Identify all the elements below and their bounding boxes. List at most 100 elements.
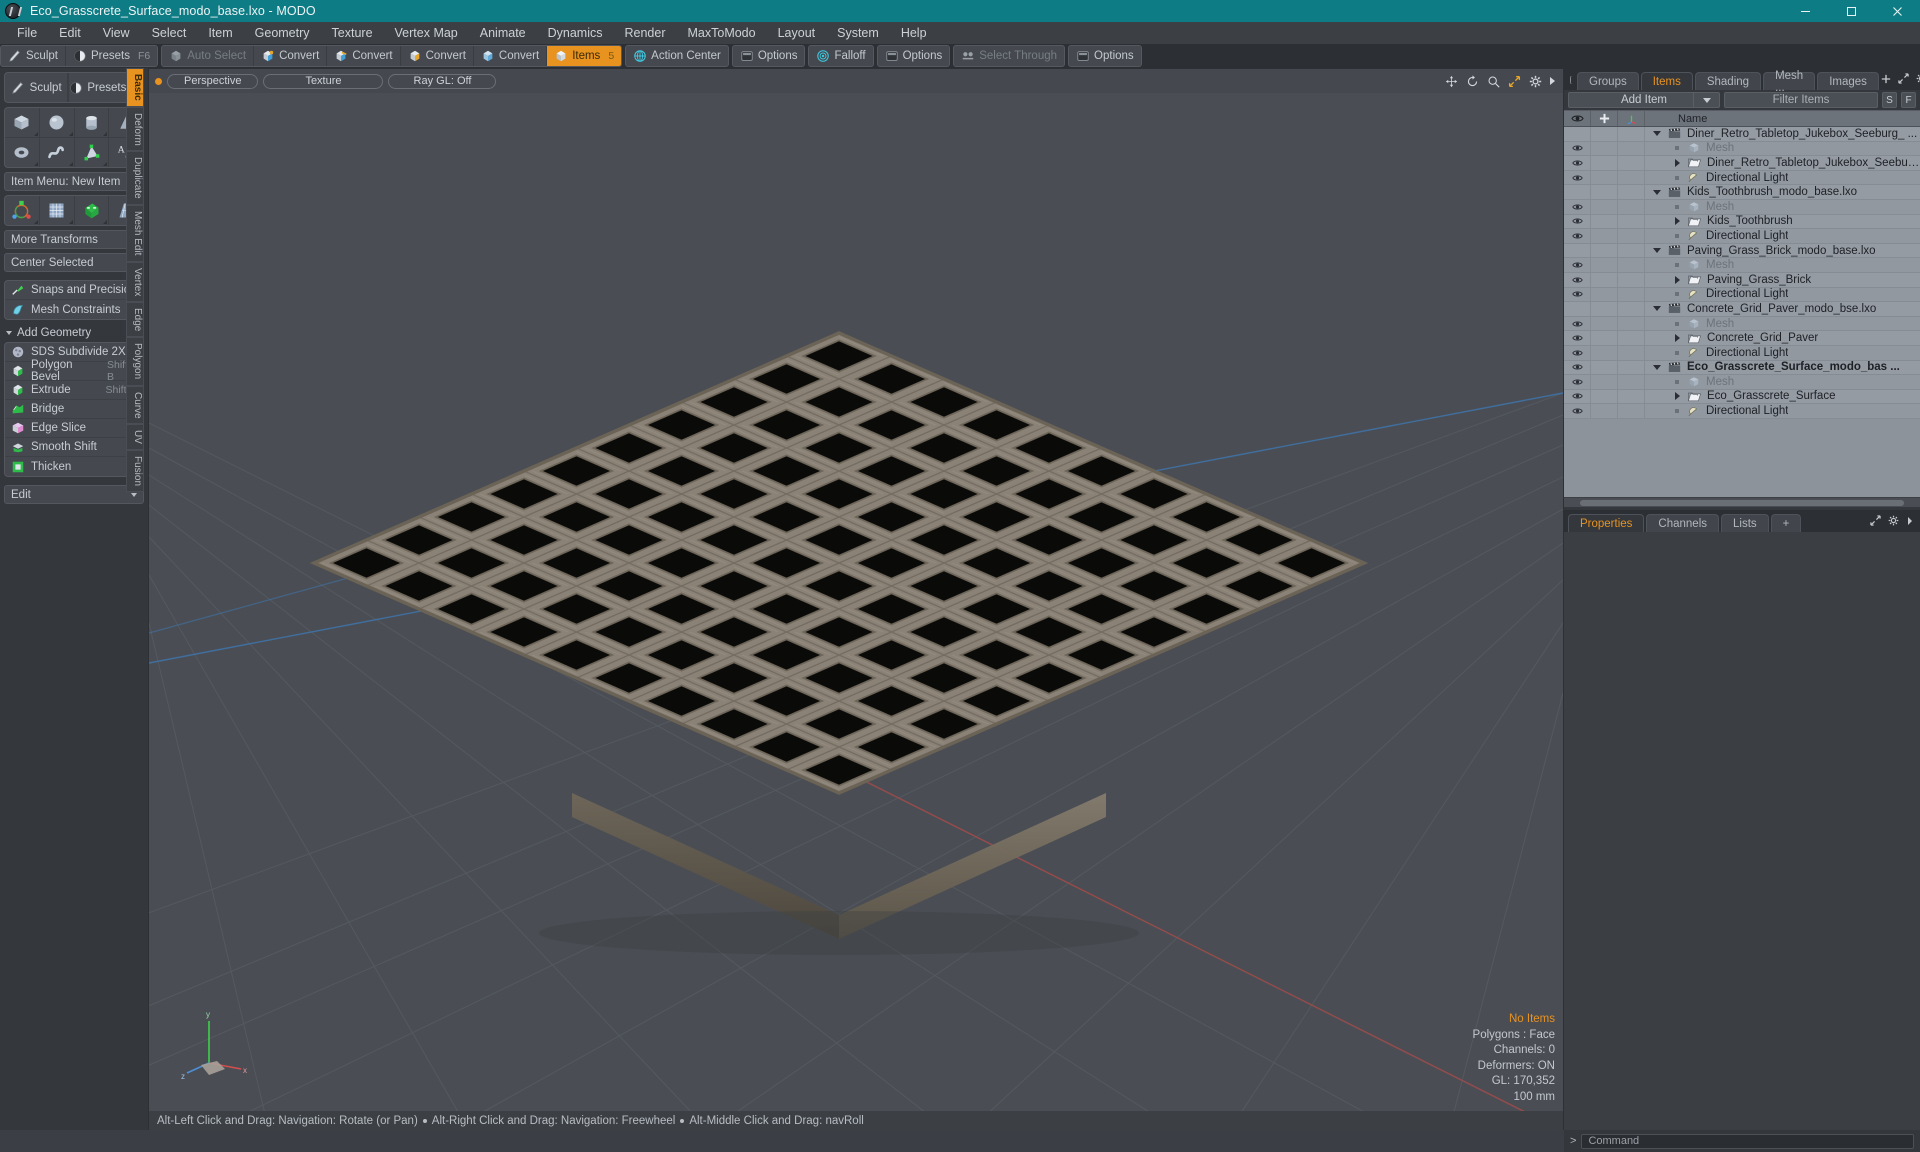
plus-icon[interactable]	[1881, 74, 1891, 87]
polygon-bevel-item[interactable]: Polygon Bevel Shift-B	[5, 359, 143, 383]
mesh-constraints-item[interactable]: Mesh Constraints	[5, 300, 143, 319]
transform-toggle[interactable]	[1618, 214, 1645, 229]
ptab-channels[interactable]: Channels	[1646, 514, 1720, 532]
sculpt-button[interactable]: Sculpt	[5, 73, 69, 102]
transform-toggle[interactable]	[1618, 156, 1645, 170]
visibility-toggle[interactable]	[1564, 156, 1591, 170]
move-icon[interactable]	[1445, 75, 1458, 88]
tab-items[interactable]: Items	[1640, 72, 1693, 90]
lock-toggle[interactable]	[1591, 127, 1618, 141]
toolbar-convert-button[interactable]: Convert	[327, 46, 401, 66]
item-menu-dropdown[interactable]: Item Menu: New Item	[4, 172, 144, 191]
transform-toggle[interactable]	[1618, 127, 1645, 141]
lock-toggle[interactable]	[1591, 375, 1618, 389]
maximize-button[interactable]	[1828, 0, 1874, 22]
visibility-toggle[interactable]	[1564, 199, 1591, 214]
visibility-toggle[interactable]	[1564, 316, 1591, 331]
lock-toggle[interactable]	[1591, 316, 1618, 331]
tree-row[interactable]: Mesh	[1564, 375, 1920, 390]
lock-toggle[interactable]	[1591, 331, 1618, 345]
transform-toggle[interactable]	[1618, 345, 1645, 360]
transform-toggle[interactable]	[1618, 404, 1645, 418]
toolbar-items-button[interactable]: Items 5	[547, 46, 622, 66]
visibility-toggle[interactable]	[1564, 331, 1591, 345]
menu-texture[interactable]: Texture	[321, 23, 384, 43]
toolbar-presets-button[interactable]: Presets F6	[66, 46, 157, 66]
menu-view[interactable]: View	[92, 23, 141, 43]
visibility-toggle[interactable]	[1564, 404, 1591, 418]
toolbar-sculpt-button[interactable]: Sculpt	[1, 46, 66, 66]
chevron-down-icon[interactable]	[1651, 306, 1663, 312]
transform-toggle[interactable]	[1618, 258, 1645, 272]
menu-animate[interactable]: Animate	[469, 23, 537, 43]
vtab-duplicate[interactable]: Duplicate	[126, 151, 144, 206]
chevron-down-icon[interactable]	[1651, 131, 1663, 137]
transform-toggle[interactable]	[1618, 389, 1645, 404]
menu-edit[interactable]: Edit	[48, 23, 92, 43]
visibility-toggle[interactable]	[1564, 243, 1591, 258]
chevron-down-icon[interactable]	[1651, 248, 1663, 254]
vtab-vertex[interactable]: Vertex	[126, 261, 144, 303]
viewport-shading-button[interactable]: Texture	[263, 73, 384, 89]
lock-toggle[interactable]	[1591, 272, 1618, 287]
minimize-button[interactable]	[1782, 0, 1828, 22]
snaps-and-precision-item[interactable]: Snaps and Precision	[5, 281, 143, 300]
toolbar-options-button[interactable]: Options	[878, 46, 950, 66]
lock-toggle[interactable]	[1591, 389, 1618, 404]
vtab-fusion[interactable]: Fusion	[126, 450, 144, 493]
tree-row[interactable]: Diner_Retro_Tabletop_Jukebox_Seebur ...	[1564, 156, 1920, 171]
visibility-toggle[interactable]	[1564, 141, 1591, 156]
center-selected-dropdown[interactable]: Center Selected	[4, 253, 144, 272]
visibility-toggle[interactable]	[1564, 345, 1591, 360]
transform-toggle[interactable]	[1618, 360, 1645, 375]
transform-toggle[interactable]	[1618, 170, 1645, 185]
toolbar-options-button[interactable]: Options	[1069, 46, 1141, 66]
bridge-item[interactable]: Bridge	[5, 400, 143, 419]
chevron-right-icon[interactable]	[1550, 77, 1555, 85]
visibility-toggle[interactable]	[1564, 360, 1591, 375]
visibility-toggle[interactable]	[1564, 258, 1591, 272]
cylinder-primitive-icon[interactable]	[75, 108, 110, 137]
tree-row[interactable]: Mesh	[1564, 316, 1920, 332]
transform-toggle[interactable]	[1618, 287, 1645, 302]
toolbar-auto-select-button[interactable]: Auto Select	[162, 46, 255, 66]
gear-icon[interactable]	[1888, 515, 1899, 529]
toolbar-falloff-button[interactable]: Falloff	[809, 46, 872, 66]
toolbar-select-through-button[interactable]: Select Through	[954, 46, 1064, 66]
tree-row[interactable]: Eco_Grasscrete_Surface	[1564, 389, 1920, 405]
transform-toggle[interactable]	[1618, 229, 1645, 243]
lock-toggle[interactable]	[1591, 404, 1618, 418]
tab-mesh[interactable]: Mesh ...	[1763, 70, 1816, 94]
cube-primitive-icon[interactable]	[5, 108, 40, 137]
menu-dynamics[interactable]: Dynamics	[537, 23, 614, 43]
visibility-toggle[interactable]	[1564, 389, 1591, 404]
menu-maxtomodo[interactable]: MaxToModo	[677, 23, 767, 43]
more-transforms-dropdown[interactable]: More Transforms	[4, 230, 144, 249]
tree-row[interactable]: Kids_Toothbrush	[1564, 214, 1920, 230]
lock-toggle[interactable]	[1591, 258, 1618, 272]
edit-dropdown[interactable]: Edit	[4, 485, 144, 504]
chevron-right-icon[interactable]	[1671, 275, 1683, 284]
chevron-right-icon[interactable]	[1671, 392, 1683, 401]
zoom-icon[interactable]	[1487, 75, 1500, 88]
chevron-down-icon[interactable]	[1651, 364, 1663, 370]
tree-row[interactable]: Diner_Retro_Tabletop_Jukebox_Seeburg_ ..…	[1564, 127, 1920, 142]
sphere-primitive-icon[interactable]	[40, 108, 75, 137]
polygon-points-icon[interactable]	[75, 138, 110, 167]
visibility-toggle[interactable]	[1564, 185, 1591, 199]
tree-row[interactable]: Directional Light	[1564, 404, 1920, 419]
lock-toggle[interactable]	[1591, 360, 1618, 375]
add-item-button[interactable]: Add Item	[1568, 92, 1720, 108]
viewport-raygl-button[interactable]: Ray GL: Off	[388, 73, 497, 89]
rotate-icon[interactable]	[1466, 74, 1479, 88]
transform-toggle[interactable]	[1618, 302, 1645, 316]
extrude-item[interactable]: Extrude Shift-X	[5, 381, 143, 400]
gear-icon[interactable]	[1916, 73, 1920, 87]
tree-row[interactable]: Directional Light	[1564, 287, 1920, 303]
grid-mesh-icon[interactable]	[40, 196, 75, 225]
curve-tool-icon[interactable]	[40, 138, 75, 167]
menu-select[interactable]: Select	[141, 23, 198, 43]
bend-deform-icon[interactable]	[75, 196, 110, 225]
chevron-right-icon[interactable]	[1671, 217, 1683, 226]
visibility-toggle[interactable]	[1564, 127, 1591, 141]
